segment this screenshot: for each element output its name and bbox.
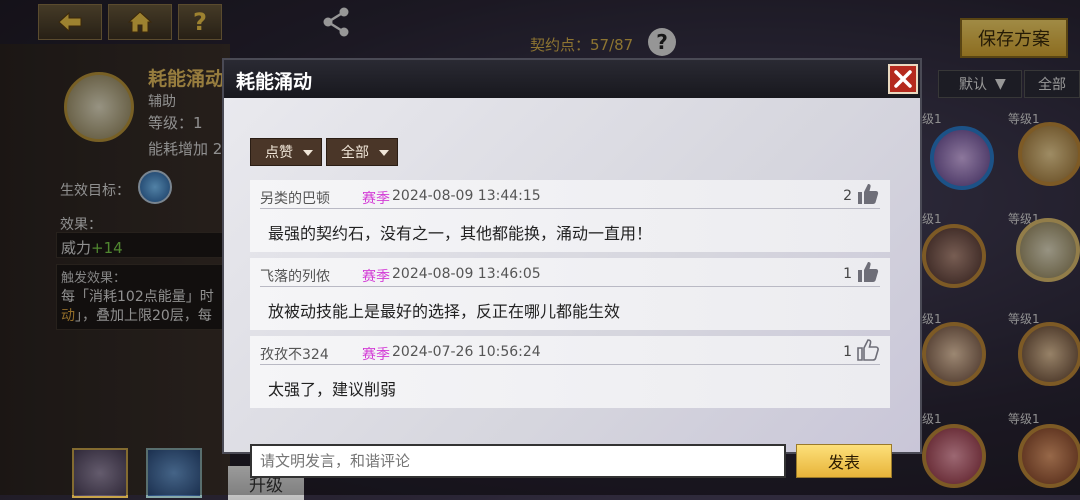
comment-input[interactable] [250,444,786,478]
dialog-header: 耗能涌动 [224,60,920,98]
comment-time: 2024-08-09 13:44:15 [392,188,541,204]
close-icon [894,70,912,88]
comment-divider [260,286,880,287]
comment-user: 孜孜不324 [260,347,329,363]
thumbs-up-icon[interactable] [856,260,880,284]
sort-filter-label: 点赞 [265,145,293,161]
sort-filter-dropdown[interactable]: 点赞 [250,138,322,166]
thumbs-up-outline-icon[interactable] [856,338,880,362]
comment-item: 飞落的列侬 赛季 2024-08-09 13:46:05 1 放被动技能上是最好… [250,258,890,330]
comment-user: 飞落的列侬 [260,269,330,285]
chevron-down-icon [379,150,389,156]
comment-divider [260,364,880,365]
scope-filter-dropdown[interactable]: 全部 [326,138,398,166]
comment-divider [260,208,880,209]
scope-filter-label: 全部 [341,145,369,161]
thumbs-up-icon[interactable] [856,182,880,206]
comment-likes: 2 [843,188,852,204]
comment-time: 2024-07-26 10:56:24 [392,344,541,360]
comment-likes: 1 [843,344,852,360]
comment-item: 另类的巴顿 赛季 2024-08-09 13:44:15 2 最强的契约石，没有… [250,180,890,252]
comment-item: 孜孜不324 赛季 2024-07-26 10:56:24 1 太强了，建议削弱 [250,336,890,408]
comment-text: 最强的契约石，没有之一，其他都能换，涌动一直用！ [268,224,653,243]
comment-user: 另类的巴顿 [260,191,330,207]
close-button[interactable] [888,64,918,94]
comment-season: 赛季 [362,191,390,207]
dialog-body: 点赞 全部 另类的巴顿 赛季 2024-08-09 13:44:15 2 最强的… [224,98,920,478]
dialog-title: 耗能涌动 [236,71,313,93]
chevron-down-icon [303,150,313,156]
comment-time: 2024-08-09 13:46:05 [392,266,541,282]
comment-season: 赛季 [362,347,390,363]
comment-text: 太强了，建议削弱 [268,380,397,399]
comment-likes: 1 [843,266,852,282]
comment-season: 赛季 [362,269,390,285]
comments-dialog: 耗能涌动 点赞 全部 另类的巴顿 赛季 2024-08-09 13:44:15 … [222,58,922,478]
post-button[interactable]: 发表 [796,444,892,478]
comment-text: 放被动技能上是最好的选择，反正在哪儿都能生效 [268,302,621,321]
